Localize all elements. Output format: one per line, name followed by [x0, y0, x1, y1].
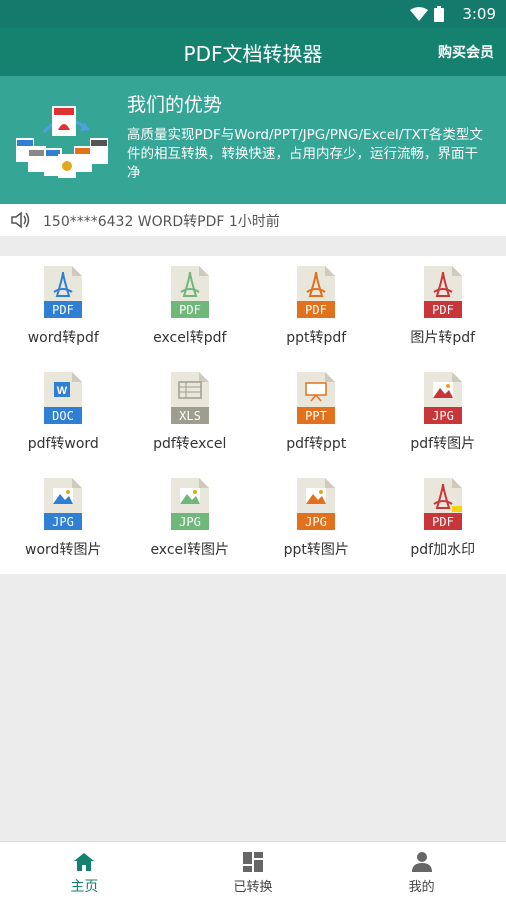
bottom-tab-bar: 主页 已转换 我的	[0, 841, 506, 900]
home-icon	[74, 853, 95, 871]
tool-item[interactable]: PDF ppt转pdf	[253, 256, 380, 362]
pdf-file-icon: PDF	[297, 266, 336, 318]
speaker-icon	[11, 211, 30, 229]
person-icon	[411, 852, 432, 872]
tab-label: 我的	[408, 880, 435, 895]
tool-item[interactable]: JPG excel转图片	[127, 468, 254, 574]
tab-person[interactable]: 我的	[337, 842, 506, 900]
tool-badge: JPG	[432, 409, 454, 423]
page-title: PDF文档转换器	[183, 42, 323, 66]
tool-badge: PDF	[432, 515, 454, 529]
tool-item[interactable]: PPT pdf转ppt	[253, 362, 380, 468]
tool-badge: PDF	[52, 303, 74, 317]
tab-grid[interactable]: 已转换	[169, 842, 338, 900]
grid-icon	[243, 852, 263, 872]
tool-label: word转pdf	[27, 330, 99, 346]
tool-item[interactable]: PDF excel转pdf	[127, 256, 254, 362]
pdf-file-icon: PDF	[423, 266, 462, 318]
image-file-icon: JPG	[297, 478, 336, 530]
tool-item[interactable]: XLS pdf转excel	[127, 362, 254, 468]
tool-badge: JPG	[305, 515, 327, 529]
advantages-banner: 我们的优势 高质量实现PDF与Word/PPT/JPG/PNG/Excel/TX…	[0, 76, 506, 204]
sheet-file-icon: XLS	[170, 372, 209, 424]
activity-ticker: 150****6432 WORD转PDF 1小时前	[0, 204, 506, 236]
pdf-file-icon: PDF	[423, 478, 462, 530]
word-file-icon: W DOC	[44, 372, 83, 424]
tool-item[interactable]: PDF word转pdf	[0, 256, 127, 362]
slide-file-icon: PPT	[297, 372, 336, 424]
tool-badge: PDF	[179, 303, 201, 317]
battery-icon	[434, 6, 444, 22]
tool-item[interactable]: PDF 图片转pdf	[380, 256, 506, 362]
wifi-icon	[410, 7, 428, 21]
file-conversion-illustration	[16, 106, 108, 178]
tool-label: 图片转pdf	[410, 330, 476, 346]
tool-badge: JPG	[52, 515, 74, 529]
tool-label: word转图片	[25, 542, 102, 558]
tab-label: 已转换	[233, 880, 273, 895]
tool-item[interactable]: JPG ppt转图片	[253, 468, 380, 574]
banner-description: 高质量实现PDF与Word/PPT/JPG/PNG/Excel/TXT各类型文件…	[127, 127, 483, 181]
status-time: 3:09	[462, 5, 496, 23]
pdf-file-icon: PDF	[170, 266, 209, 318]
status-icons	[410, 6, 444, 22]
tool-label: excel转图片	[150, 542, 230, 558]
buy-vip-button[interactable]: 购买会员	[438, 42, 494, 62]
tab-label: 主页	[70, 879, 99, 895]
tab-home[interactable]: 主页	[0, 842, 169, 900]
pdf-file-icon: PDF	[44, 266, 83, 318]
banner-headline: 我们的优势	[127, 94, 223, 116]
tool-badge: PPT	[305, 409, 327, 423]
tool-badge: DOC	[52, 409, 74, 423]
tool-badge: PDF	[305, 303, 327, 317]
tool-item[interactable]: W DOC pdf转word	[0, 362, 127, 468]
tool-badge: PDF	[432, 303, 454, 317]
tool-badge: JPG	[179, 515, 201, 529]
tool-label: excel转pdf	[153, 330, 227, 346]
status-bar: 3:09	[0, 0, 506, 28]
tool-badge: XLS	[179, 409, 201, 423]
conversion-tools-grid: PDF word转pdf PDF excel转pdf PDF ppt转pdf PDF 图片转p…	[0, 256, 506, 574]
tool-label: pdf转excel	[153, 436, 227, 452]
tool-item[interactable]: PDF pdf加水印	[380, 468, 506, 574]
ticker-message: 150****6432 WORD转PDF 1小时前	[43, 214, 280, 230]
svg-text:W: W	[57, 385, 68, 397]
tool-label: pdf转图片	[410, 436, 476, 452]
tool-item[interactable]: JPG word转图片	[0, 468, 127, 574]
image-file-icon: JPG	[423, 372, 462, 424]
tool-label: ppt转pdf	[286, 330, 347, 346]
tool-label: pdf转word	[27, 436, 99, 452]
tool-item[interactable]: JPG pdf转图片	[380, 362, 506, 468]
tool-label: ppt转图片	[283, 542, 349, 558]
tool-label: pdf加水印	[410, 542, 476, 558]
image-file-icon: JPG	[44, 478, 83, 530]
tool-label: pdf转ppt	[286, 436, 347, 452]
image-file-icon: JPG	[170, 478, 209, 530]
app-bar: PDF文档转换器 购买会员	[0, 28, 506, 76]
